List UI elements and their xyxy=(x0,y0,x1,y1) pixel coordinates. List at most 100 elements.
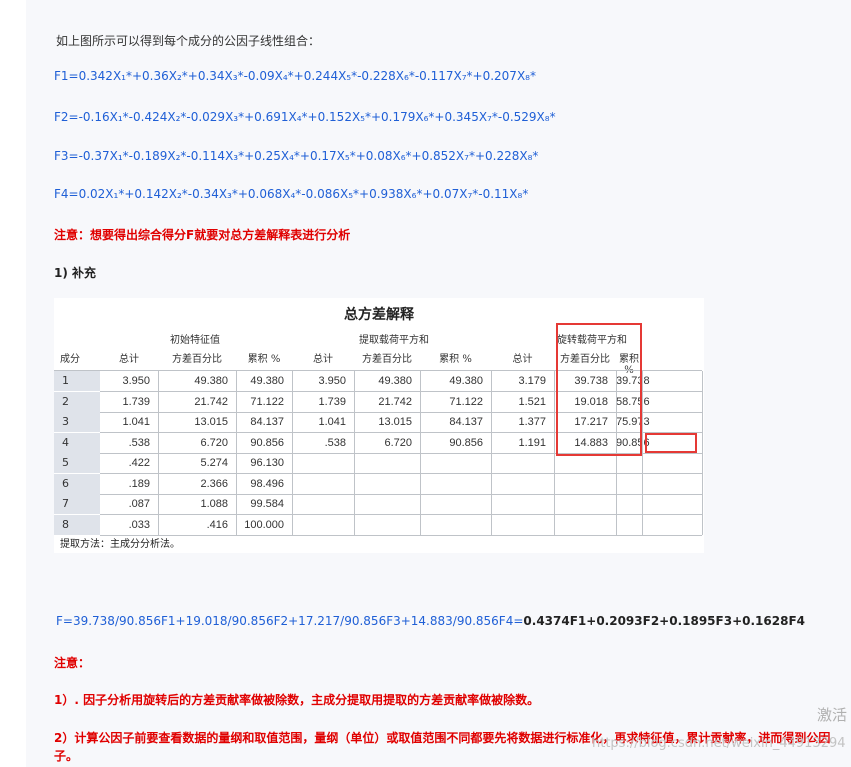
table-cell: .538 xyxy=(324,436,346,449)
table-cell: 100.000 xyxy=(244,518,284,531)
column-divider xyxy=(702,371,703,535)
column-divider xyxy=(236,371,237,535)
table-cell: 13.015 xyxy=(378,416,412,428)
formula-f1: F1=0.342X₁*+0.36X₂*+0.34X₃*-0.09X₄*+0.24… xyxy=(54,69,536,83)
table-cell: 2.366 xyxy=(200,477,228,490)
table-cell xyxy=(616,515,642,535)
table-cell: 49.380 xyxy=(378,375,412,387)
table-cell xyxy=(292,453,354,473)
table-cell: 98.496 xyxy=(250,477,284,490)
column-header: 累积 % xyxy=(439,354,472,365)
table-cell: 3.950 xyxy=(318,375,346,387)
column-header: 累积 % xyxy=(247,354,281,365)
table-cell: .189 xyxy=(128,477,150,490)
column-divider xyxy=(158,371,159,535)
group-extraction: 提取载荷平方和 xyxy=(359,335,429,346)
row-label: 1 xyxy=(54,371,100,391)
final-formula: F=39.738/90.856F1+19.018/90.856F2+17.217… xyxy=(56,614,805,628)
table-cell xyxy=(616,474,642,494)
formula-f4: F4=0.02X₁*+0.142X₂*-0.34X₃*+0.068X₄*-0.0… xyxy=(54,187,529,201)
note2-title: 注意： xyxy=(54,656,91,670)
note2-item1: 1）. 因子分析用旋转后的方差贡献率做被除数，主成分提取用提取的方差贡献率做被除… xyxy=(54,693,540,707)
table-cell xyxy=(554,453,616,473)
table-cell: 1.041 xyxy=(318,416,346,428)
table-cell xyxy=(354,515,420,535)
table-cell: 49.380 xyxy=(194,375,228,387)
table-cell xyxy=(354,453,420,473)
table-cell xyxy=(616,453,642,473)
table-cell: 6.720 xyxy=(200,436,228,449)
table-cell: 90.856 xyxy=(449,436,483,449)
row-label: 7 xyxy=(54,494,100,514)
table-cell: 84.137 xyxy=(250,416,284,428)
row-label: 3 xyxy=(54,412,100,432)
table-cell: .416 xyxy=(206,518,228,531)
row-label: 6 xyxy=(54,473,100,494)
variance-table: 总方差解释 初始特征值 提取载荷平方和 旋转载荷平方和 成分 总计 方差百分比 累积… xyxy=(54,298,704,553)
row-label: 2 xyxy=(54,391,100,412)
table-cell xyxy=(491,515,554,535)
table-cell: .033 xyxy=(128,518,150,531)
table-cell: 71.122 xyxy=(250,395,284,408)
section-heading: 1) 补充 xyxy=(54,266,97,280)
highlight-cumulative-box xyxy=(645,433,697,453)
table-cell: 96.130 xyxy=(250,457,284,469)
table-cell xyxy=(354,494,420,514)
table-cell: 90.856 xyxy=(250,436,284,449)
column-divider xyxy=(554,371,555,535)
table-cell: 3.950 xyxy=(122,375,150,387)
table-cell: 1.739 xyxy=(122,395,150,408)
table-cell: 71.122 xyxy=(449,395,483,408)
table-cell: 21.742 xyxy=(194,395,228,408)
highlight-rotation-box xyxy=(556,323,642,456)
table-cell: 21.742 xyxy=(378,395,412,408)
column-header: 总计 xyxy=(313,354,333,365)
note-text: 注意：想要得出综合得分F就要对总方差解释表进行分析 xyxy=(54,228,351,242)
formula-f3: F3=-0.37X₁*-0.189X₂*-0.114X₃*+0.25X₄*+0.… xyxy=(54,149,539,163)
table-cell xyxy=(554,474,616,494)
column-divider xyxy=(642,371,643,535)
table-cell: 5.274 xyxy=(200,457,228,469)
column-divider xyxy=(292,371,293,535)
table-cell: 3.179 xyxy=(518,375,546,387)
table-cell xyxy=(354,474,420,494)
table-cell: 1.191 xyxy=(518,436,546,449)
table-cell xyxy=(491,494,554,514)
table-cell xyxy=(491,453,554,473)
table-cell xyxy=(420,453,491,473)
table-cell xyxy=(292,494,354,514)
table-cell xyxy=(420,515,491,535)
table-cell xyxy=(292,474,354,494)
table-cell: 84.137 xyxy=(449,416,483,428)
table-cell: .538 xyxy=(128,436,150,449)
row-label: 4 xyxy=(54,432,100,453)
formula-f2: F2=-0.16X₁*-0.424X₂*-0.029X₃*+0.691X₄*+0… xyxy=(54,110,556,124)
table-cell: 49.380 xyxy=(449,375,483,387)
column-divider xyxy=(354,371,355,535)
url-watermark: https://blog.csdn.net/weixin_44913294 xyxy=(592,736,846,751)
table-cell xyxy=(292,515,354,535)
row-header: 成分 xyxy=(60,354,80,365)
row-label: 5 xyxy=(54,453,100,473)
table-cell xyxy=(420,494,491,514)
table-cell xyxy=(420,474,491,494)
table-cell: 13.015 xyxy=(194,416,228,428)
column-divider xyxy=(491,371,492,535)
row-divider xyxy=(100,534,702,536)
table-title: 总方差解释 xyxy=(344,307,414,323)
table-footnote: 提取方法：主成分分析法。 xyxy=(60,539,180,550)
table-cell xyxy=(554,494,616,514)
table-cell: .422 xyxy=(128,457,150,469)
table-cell: 1.088 xyxy=(200,498,228,510)
table-cell: 1.521 xyxy=(518,395,546,408)
final-formula-prefix: F=39.738/90.856F1+19.018/90.856F2+17.217… xyxy=(56,614,524,628)
column-header: 总计 xyxy=(119,354,139,365)
column-header: 总计 xyxy=(512,354,533,365)
column-divider xyxy=(420,371,421,535)
table-cell xyxy=(554,515,616,535)
table-cell: .087 xyxy=(128,498,150,510)
table-cell: 1.041 xyxy=(122,416,150,428)
table-cell: 1.739 xyxy=(318,395,346,408)
column-header: 方差百分比 xyxy=(172,354,222,365)
table-cell xyxy=(491,474,554,494)
